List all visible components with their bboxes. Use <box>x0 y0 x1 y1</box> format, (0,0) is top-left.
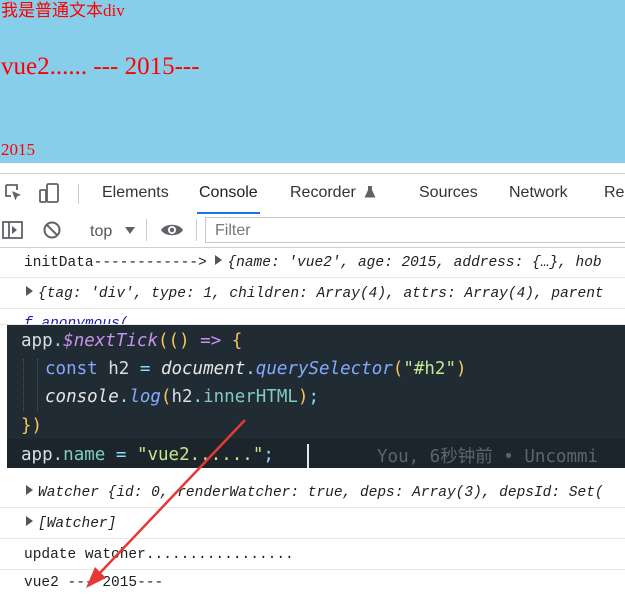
context-label: top <box>90 223 113 240</box>
tab-recorder-label: Recorder <box>290 184 356 201</box>
sidebar-toggle-icon[interactable] <box>2 220 24 245</box>
code-line-3: console.log(h2.innerHTML); <box>45 387 320 407</box>
tab-separator <box>78 184 79 204</box>
plain-text-div: 我是普通文本div <box>1 1 125 20</box>
code-line-5: app.name = "vue2......"; <box>21 445 274 465</box>
year-text: 2015 <box>1 140 35 159</box>
function-preview[interactable]: f anonymous( <box>24 316 128 324</box>
clear-console-icon[interactable] <box>42 220 62 245</box>
devtools-tab-bar: Elements Console Recorder Sources Networ… <box>0 173 625 215</box>
page-heading-h2: vue2...... --- 2015--- <box>1 53 200 80</box>
tab-console[interactable]: Console <box>197 174 260 215</box>
log-message: update watcher................. <box>24 547 294 563</box>
tab-sources[interactable]: Sources <box>417 174 480 212</box>
code-line-4: }) <box>21 416 43 436</box>
tab-network[interactable]: Network <box>507 174 570 212</box>
inspect-element-icon[interactable] <box>3 182 25 204</box>
indent-guide <box>37 359 39 411</box>
watcher-preview[interactable]: Watcher {id: 0, renderWatcher: true, dep… <box>38 485 604 501</box>
expand-triangle-icon[interactable] <box>26 485 33 495</box>
flask-icon <box>364 176 376 214</box>
indent-guide <box>23 359 25 411</box>
code-line-1: app.$nextTick(() => { <box>21 331 243 351</box>
console-toolbar: top <box>0 214 625 248</box>
filter-input[interactable] <box>213 221 617 241</box>
toolbar-divider <box>146 219 147 241</box>
expand-triangle-icon[interactable] <box>26 516 33 526</box>
log-row: vue2 --- 2015--- <box>0 568 625 598</box>
tab-elements[interactable]: Elements <box>100 174 171 212</box>
code-line-2: const h2 = document.querySelector("#h2") <box>45 359 467 379</box>
toolbar-divider <box>196 219 197 241</box>
git-blame-annotation: You, 6秒钟前 • Uncommi <box>377 447 599 467</box>
log-row: [Watcher] <box>0 509 625 539</box>
device-toolbar-icon[interactable] <box>38 182 60 204</box>
tab-recorder[interactable]: Recorder <box>288 174 378 212</box>
log-message: vue2 --- 2015--- <box>24 575 164 591</box>
log-row: f anonymous( <box>0 310 625 325</box>
object-preview[interactable]: {name: 'vue2', age: 2015, address: {…}, … <box>227 255 601 271</box>
expand-triangle-icon[interactable] <box>26 286 33 296</box>
log-row: {tag: 'div', type: 1, children: Array(4)… <box>0 279 625 309</box>
log-label: initData------------> <box>24 255 216 271</box>
object-preview[interactable]: {tag: 'div', type: 1, children: Array(4)… <box>38 286 604 302</box>
text-cursor <box>307 444 309 468</box>
expand-triangle-icon[interactable] <box>215 255 223 265</box>
array-preview[interactable]: [Watcher] <box>38 516 116 532</box>
rendered-page: 我是普通文本div vue2...... --- 2015--- 2015 <box>0 0 625 163</box>
log-row: Watcher {id: 0, renderWatcher: true, dep… <box>0 478 625 508</box>
log-row: initData------------> {name: 'vue2', age… <box>0 248 625 278</box>
eye-icon[interactable] <box>160 221 184 244</box>
context-selector[interactable]: top <box>90 219 135 241</box>
dropdown-arrow-icon <box>124 219 135 241</box>
tab-recorder-overflow[interactable]: Rec <box>602 174 625 212</box>
log-row: update watcher................. <box>0 540 625 570</box>
code-editor-overlay: app.$nextTick(() => { const h2 = documen… <box>7 325 625 468</box>
filter-box[interactable] <box>205 217 625 243</box>
